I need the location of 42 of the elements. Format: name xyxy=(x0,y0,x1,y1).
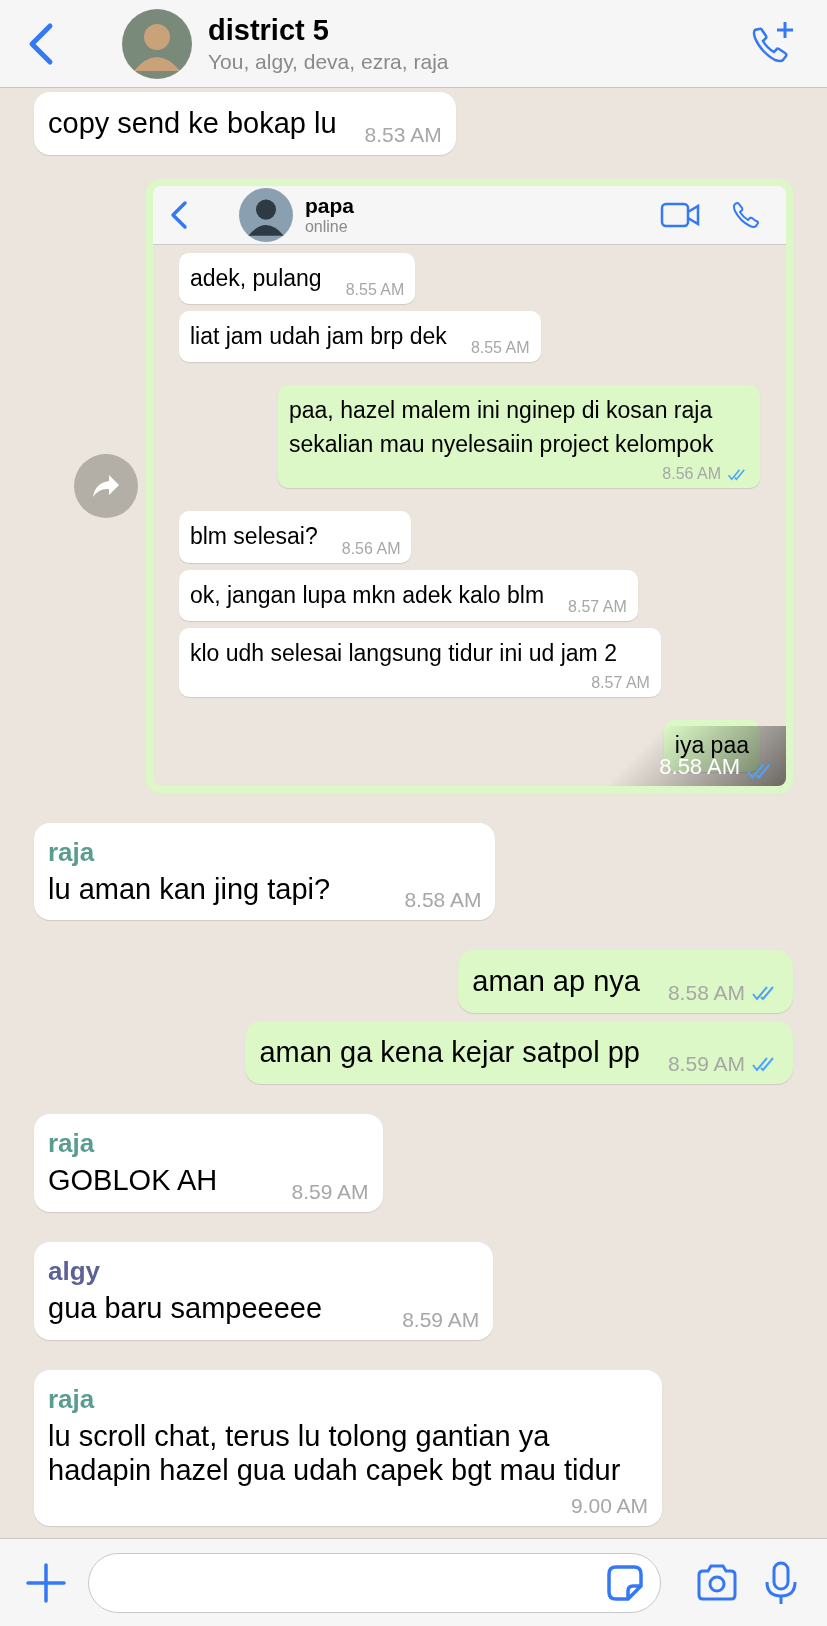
message-text: liat jam udah jam brp dek xyxy=(189,322,447,352)
forward-icon xyxy=(90,472,121,499)
message-text: adek, pulang xyxy=(189,263,322,293)
timestamp: 8.53 AM xyxy=(364,122,442,147)
sticker-icon[interactable] xyxy=(606,1563,644,1602)
message-text: aman ga kena kejar satpol pp xyxy=(259,1035,640,1070)
message-text: paa, hazel malem ini nginep di kosan raja sekalian mau nyelesaiin project kelompok xyxy=(289,396,715,459)
back-icon xyxy=(168,199,189,230)
phone-icon xyxy=(730,199,760,230)
message-text: lu scroll chat, terus lu tolong gantian ya hadapin hazel gua udah capek bgt mau tidur xyxy=(48,1418,622,1489)
timestamp: 8.55 AM xyxy=(345,281,405,300)
timestamp: 8.56 AM xyxy=(662,465,721,484)
sender-name: raja xyxy=(48,1383,96,1415)
avatar xyxy=(238,187,293,242)
chat-title: district 5 xyxy=(208,13,330,47)
timestamp: 8.58 AM xyxy=(404,888,482,913)
timestamp: 8.56 AM xyxy=(341,539,401,558)
message-text: GOBLOK AH xyxy=(48,1162,218,1198)
sender-name: raja xyxy=(48,1127,96,1159)
add-icon[interactable] xyxy=(24,1560,68,1605)
message-text: lu aman kan jing tapi? xyxy=(48,871,331,907)
message-text: blm selesai? xyxy=(189,522,318,552)
participants-text: You, algy, deva, ezra, raja xyxy=(208,49,450,74)
timestamp: 8.58 AM xyxy=(667,981,745,1006)
contact-name: papa xyxy=(304,193,355,218)
message-text: ok, jangan lupa mkn adek kalo blm xyxy=(189,580,545,610)
timestamp: 8.57 AM xyxy=(568,597,627,616)
timestamp: 9.00 AM xyxy=(570,1494,648,1519)
video-call-icon xyxy=(660,200,700,229)
sender-name: raja xyxy=(48,836,96,868)
message-text: copy send ke bokap lu xyxy=(48,106,337,141)
message-text: klo udh selesai langsung tidur ini ud jam 2 xyxy=(189,638,617,668)
timestamp: 8.59 AM xyxy=(291,1179,369,1204)
timestamp: 8.59 AM xyxy=(402,1307,480,1332)
contact-status: online xyxy=(304,217,349,236)
message-text: gua baru sampeeeee xyxy=(48,1290,323,1326)
sender-name: algy xyxy=(48,1255,102,1287)
message-text: aman ap nya xyxy=(472,964,640,1000)
timestamp: 8.57 AM xyxy=(591,674,650,693)
timestamp: 8.55 AM xyxy=(470,339,530,358)
avatar xyxy=(122,8,192,79)
timestamp: 8.59 AM xyxy=(667,1051,745,1076)
